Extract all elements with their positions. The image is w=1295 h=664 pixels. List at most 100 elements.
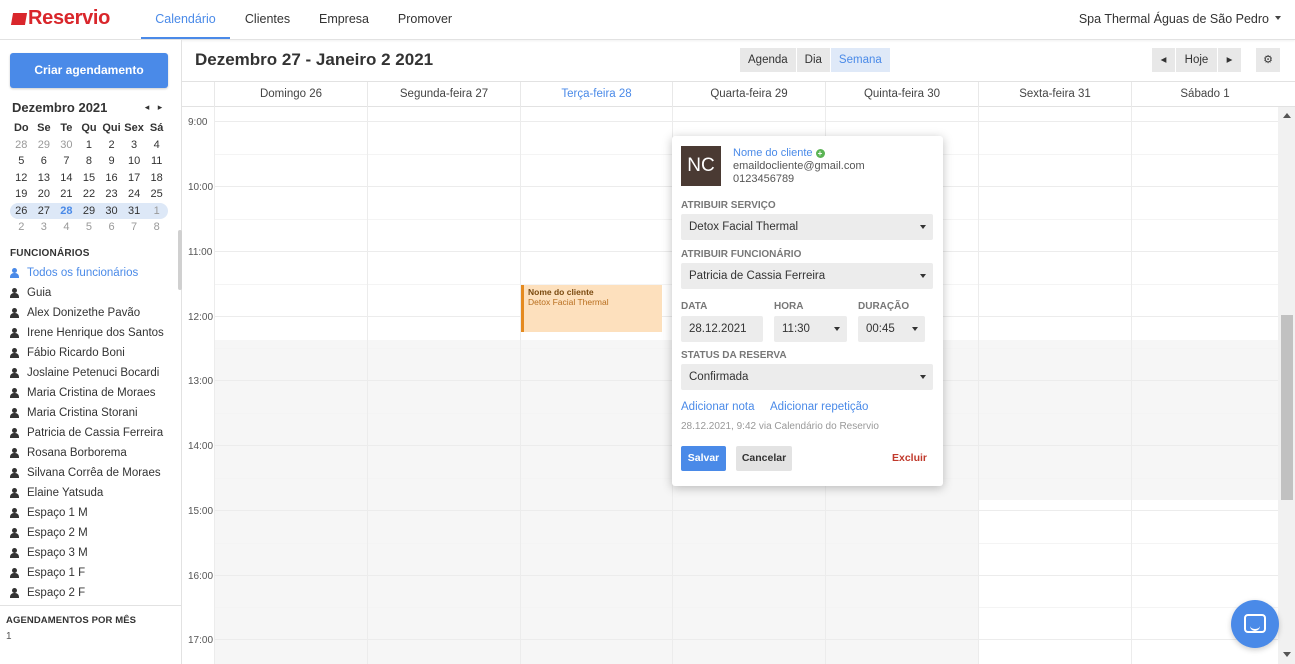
reservio-logo[interactable]: Reservio [10, 7, 110, 30]
staff-item[interactable]: Fábio Ricardo Boni [10, 343, 178, 363]
add-note-link[interactable]: Adicionar nota [681, 401, 755, 413]
day-header[interactable]: Sexta-feira 31 [978, 82, 1131, 107]
save-button[interactable]: Salvar [681, 446, 726, 471]
staff-item[interactable]: Patricia de Cassia Ferreira [10, 423, 178, 443]
duration-select[interactable]: 00:45 [858, 316, 925, 342]
nav-tab-empresa[interactable]: Empresa [313, 0, 375, 39]
staff-item[interactable]: Espaço 2 F [10, 583, 178, 603]
settings-gear-icon[interactable]: ⚙ [1256, 48, 1280, 72]
delete-button[interactable]: Excluir [892, 452, 927, 464]
staff-item[interactable]: Maria Cristina Storani [10, 403, 178, 423]
mini-calendar-day[interactable]: 16 [100, 172, 123, 184]
add-client-icon[interactable]: + [815, 149, 825, 158]
mini-calendar-day[interactable]: 29 [78, 205, 101, 217]
mini-calendar-day[interactable]: 31 [123, 205, 146, 217]
day-header-today[interactable]: Terça-feira 28 [520, 82, 672, 107]
staff-item[interactable]: Guia [10, 283, 178, 303]
staff-item[interactable]: Rosana Borborema [10, 443, 178, 463]
date-input[interactable]: 28.12.2021 [681, 316, 763, 342]
view-agenda-button[interactable]: Agenda [740, 48, 797, 72]
chevron-down-icon[interactable] [1275, 16, 1281, 20]
mini-calendar-day[interactable]: 20 [33, 188, 56, 200]
staff-item[interactable]: Irene Henrique dos Santos [10, 323, 178, 343]
calendar-event[interactable]: Nome do cliente Detox Facial Thermal [521, 285, 662, 332]
mini-calendar-day[interactable]: 13 [33, 172, 56, 184]
mini-calendar-day[interactable]: 29 [33, 139, 56, 151]
mini-calendar-day[interactable]: 7 [123, 221, 146, 233]
mini-calendar-day[interactable]: 7 [55, 155, 78, 167]
mini-calendar-day[interactable]: 5 [10, 155, 33, 167]
mini-calendar-day[interactable]: 26 [10, 205, 33, 217]
mini-calendar-day[interactable]: 12 [10, 172, 33, 184]
staff-item[interactable]: Espaço 1 F [10, 563, 178, 583]
next-week-icon[interactable]: ▸ [1218, 48, 1242, 72]
mini-calendar-day[interactable]: 6 [100, 221, 123, 233]
mini-calendar-day-today[interactable]: 28 [55, 205, 78, 217]
calendar-scrollbar-thumb[interactable] [1281, 315, 1293, 500]
nav-tab-clientes[interactable]: Clientes [237, 0, 298, 39]
cancel-button[interactable]: Cancelar [736, 446, 792, 471]
staff-item[interactable]: Maria Cristina de Moraes [10, 383, 178, 403]
scroll-up-icon[interactable] [1283, 113, 1291, 118]
today-button[interactable]: Hoje [1176, 48, 1218, 72]
mini-calendar-day[interactable]: 18 [145, 172, 168, 184]
mini-calendar-day[interactable]: 30 [100, 205, 123, 217]
chat-support-button[interactable] [1231, 600, 1279, 648]
day-header[interactable]: Quarta-feira 29 [672, 82, 825, 107]
mini-calendar-prev-icon[interactable]: ◂ [142, 101, 152, 113]
mini-calendar-day[interactable]: 3 [123, 139, 146, 151]
mini-calendar-day[interactable]: 4 [55, 221, 78, 233]
service-select[interactable]: Detox Facial Thermal [681, 214, 933, 240]
mini-calendar-day[interactable]: 8 [78, 155, 101, 167]
mini-calendar-day[interactable]: 11 [145, 155, 168, 167]
staff-item-all[interactable]: Todos os funcionários [10, 263, 178, 283]
mini-calendar-day[interactable]: 28 [10, 139, 33, 151]
mini-calendar-day[interactable]: 1 [145, 205, 168, 217]
staff-item[interactable]: Elaine Yatsuda [10, 483, 178, 503]
mini-calendar-day[interactable]: 6 [33, 155, 56, 167]
time-select[interactable]: 11:30 [774, 316, 847, 342]
staff-item[interactable]: Silvana Corrêa de Moraes [10, 463, 178, 483]
scroll-down-icon[interactable] [1283, 652, 1291, 657]
create-booking-button[interactable]: Criar agendamento [10, 53, 168, 88]
mini-calendar-day[interactable]: 10 [123, 155, 146, 167]
staff-item[interactable]: Espaço 2 M [10, 523, 178, 543]
day-header[interactable]: Domingo 26 [214, 82, 367, 107]
mini-calendar-day[interactable]: 27 [33, 205, 56, 217]
prev-week-icon[interactable]: ◂ [1152, 48, 1176, 72]
day-header[interactable]: Segunda-feira 27 [367, 82, 520, 107]
mini-calendar-day[interactable]: 8 [145, 221, 168, 233]
client-name-link[interactable]: Nome do cliente + [733, 147, 825, 159]
mini-calendar-next-icon[interactable]: ▸ [155, 101, 165, 113]
mini-calendar-day[interactable]: 30 [55, 139, 78, 151]
view-week-button[interactable]: Semana [830, 48, 891, 72]
mini-calendar-day[interactable]: 2 [10, 221, 33, 233]
staff-item[interactable]: Joslaine Petenuci Bocardi [10, 363, 178, 383]
mini-calendar-day[interactable]: 4 [145, 139, 168, 151]
staff-item[interactable]: Alex Donizethe Pavão [10, 303, 178, 323]
status-select[interactable]: Confirmada [681, 364, 933, 390]
mini-calendar-day[interactable]: 5 [78, 221, 101, 233]
mini-calendar-day[interactable]: 22 [78, 188, 101, 200]
nav-tab-promover[interactable]: Promover [390, 0, 460, 39]
view-day-button[interactable]: Dia [796, 48, 831, 72]
mini-calendar-day[interactable]: 1 [78, 139, 101, 151]
staff-select[interactable]: Patricia de Cassia Ferreira [681, 263, 933, 289]
day-header[interactable]: Quinta-feira 30 [825, 82, 978, 107]
mini-calendar-day[interactable]: 25 [145, 188, 168, 200]
mini-calendar-day[interactable]: 17 [123, 172, 146, 184]
day-header[interactable]: Sábado 1 [1131, 82, 1278, 107]
staff-item[interactable]: Espaço 3 M [10, 543, 178, 563]
mini-calendar-day[interactable]: 14 [55, 172, 78, 184]
mini-calendar-day[interactable]: 23 [100, 188, 123, 200]
mini-calendar-day[interactable]: 21 [55, 188, 78, 200]
mini-calendar-day[interactable]: 2 [100, 139, 123, 151]
mini-calendar-day[interactable]: 9 [100, 155, 123, 167]
staff-item[interactable]: Espaço 1 M [10, 503, 178, 523]
organization-selector[interactable]: Spa Thermal Águas de São Pedro [1079, 12, 1269, 26]
add-repetition-link[interactable]: Adicionar repetição [770, 401, 868, 413]
mini-calendar-day[interactable]: 15 [78, 172, 101, 184]
mini-calendar-day[interactable]: 24 [123, 188, 146, 200]
nav-tab-calendario[interactable]: Calendário [141, 0, 230, 39]
mini-calendar-day[interactable]: 3 [33, 221, 56, 233]
